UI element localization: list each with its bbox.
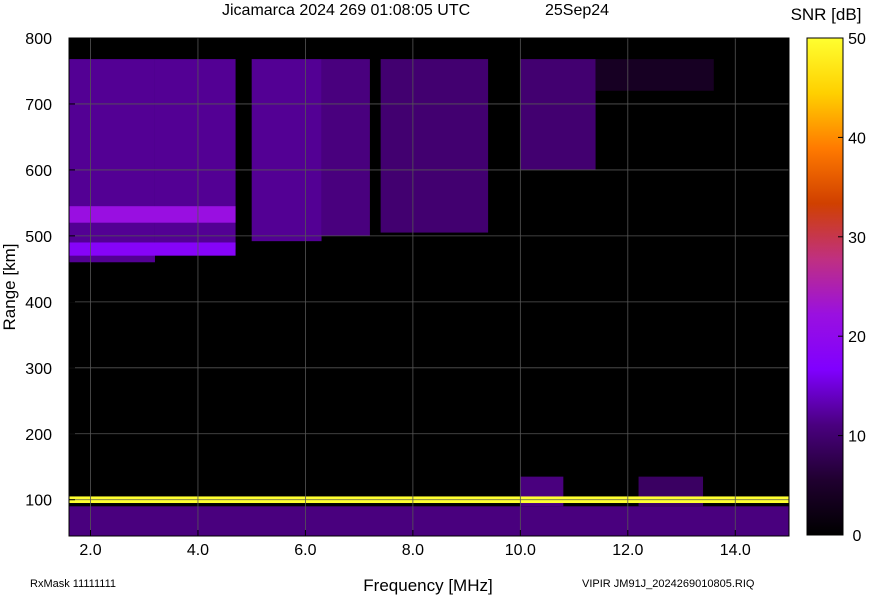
x-tick-label: 2.0 <box>79 542 101 559</box>
rxmask-label: RxMask 11111111 <box>30 578 116 590</box>
colorbar-tick-label: 20 <box>848 329 866 346</box>
heatmap-region-0 <box>69 59 155 263</box>
heatmap-region-4 <box>380 59 489 233</box>
y-axis: 100 200 300 400 500 600 700 800 <box>25 31 75 510</box>
heatmap-region-9 <box>69 506 789 536</box>
heatmap-region-8 <box>69 242 236 256</box>
colorbar-tick-label: 50 <box>848 31 866 48</box>
heatmap-region-6 <box>595 59 714 91</box>
heatmap-region-2 <box>251 59 322 242</box>
y-tick-label: 600 <box>25 163 52 180</box>
colorbar-tick-label: 10 <box>848 429 866 446</box>
x-tick-label: 12.0 <box>612 542 643 559</box>
x-tick-label: 10.0 <box>505 542 536 559</box>
ionogram-chart: Jicamarca 2024 269 01:08:05 UTC 25Sep24 … <box>0 2 866 595</box>
x-axis-label: Frequency [MHz] <box>363 576 492 595</box>
y-tick-label: 300 <box>25 361 52 378</box>
file-label: VIPIR JM91J_2024269010805.RIQ <box>582 578 755 590</box>
colorbar <box>806 37 844 536</box>
y-tick-label: 400 <box>25 295 52 312</box>
x-tick-label: 14.0 <box>720 542 751 559</box>
y-tick-label: 200 <box>25 427 52 444</box>
chart-title: Jicamarca 2024 269 01:08:05 UTC <box>222 2 470 19</box>
y-tick-label: 100 <box>25 493 52 510</box>
heatmap-region-5 <box>520 59 596 170</box>
y-tick-label: 500 <box>25 229 52 246</box>
chart-date: 25Sep24 <box>545 2 609 19</box>
y-axis-label: Range [km] <box>0 244 19 331</box>
heatmap-region-3 <box>321 59 370 236</box>
x-tick-label: 6.0 <box>294 542 316 559</box>
heatmap-region-7 <box>69 206 236 223</box>
colorbar-tick-label: 0 <box>853 528 862 545</box>
colorbar-tick-label: 30 <box>848 230 866 247</box>
x-tick-label: 8.0 <box>402 542 424 559</box>
y-tick-label: 700 <box>25 97 52 114</box>
colorbar-tick-label: 40 <box>848 130 866 147</box>
x-tick-label: 4.0 <box>187 542 209 559</box>
y-tick-label: 800 <box>25 31 52 48</box>
colorbar-label: SNR [dB] <box>791 5 862 24</box>
